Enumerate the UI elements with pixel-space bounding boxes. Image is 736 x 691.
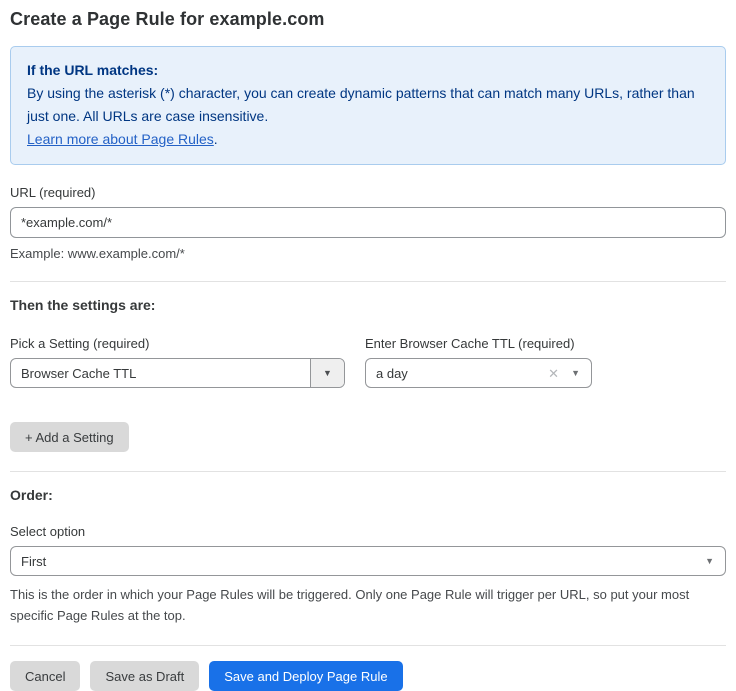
setting-picker-label: Pick a Setting (required) (10, 336, 345, 351)
ttl-picker-column: Enter Browser Cache TTL (required) a day… (365, 336, 592, 388)
chevron-down-icon: ▼ (571, 369, 580, 378)
add-setting-button[interactable]: + Add a Setting (10, 422, 129, 452)
order-select-value: First (11, 554, 705, 569)
order-select-label: Select option (10, 524, 726, 539)
learn-more-link[interactable]: Learn more about Page Rules (27, 131, 214, 147)
setting-picker-column: Pick a Setting (required) Browser Cache … (10, 336, 345, 388)
ttl-picker-label: Enter Browser Cache TTL (required) (365, 336, 592, 351)
settings-section-heading: Then the settings are: (10, 297, 726, 313)
info-box-link-line: Learn more about Page Rules. (27, 128, 709, 151)
divider (10, 645, 726, 646)
info-box-heading: If the URL matches: (27, 59, 709, 82)
setting-picker-value: Browser Cache TTL (11, 366, 310, 381)
divider (10, 281, 726, 282)
setting-picker-select[interactable]: Browser Cache TTL ▼ (10, 358, 345, 388)
divider (10, 471, 726, 472)
setting-picker-dropdown-button[interactable]: ▼ (310, 359, 344, 387)
order-section-heading: Order: (10, 487, 726, 503)
order-select[interactable]: First ▼ (10, 546, 726, 576)
url-help-text: Example: www.example.com/* (10, 245, 726, 262)
order-help-text: This is the order in which your Page Rul… (10, 584, 720, 626)
url-match-info-box: If the URL matches: By using the asteris… (10, 46, 726, 165)
ttl-picker-select[interactable]: a day ✕ ▼ (365, 358, 592, 388)
settings-row: Pick a Setting (required) Browser Cache … (10, 336, 726, 388)
save-and-deploy-button[interactable]: Save and Deploy Page Rule (209, 661, 402, 691)
create-page-rule-panel: Create a Page Rule for example.com If th… (0, 0, 736, 691)
footer-actions: Cancel Save as Draft Save and Deploy Pag… (10, 661, 726, 691)
info-box-body: By using the asterisk (*) character, you… (27, 82, 709, 128)
save-as-draft-button[interactable]: Save as Draft (90, 661, 199, 691)
clear-icon[interactable]: ✕ (548, 367, 559, 380)
link-suffix: . (214, 131, 218, 147)
chevron-down-icon: ▼ (705, 557, 714, 566)
chevron-down-icon: ▼ (323, 369, 332, 378)
url-input[interactable] (10, 207, 726, 238)
ttl-picker-value: a day (366, 366, 548, 381)
cancel-button[interactable]: Cancel (10, 661, 80, 691)
url-label: URL (required) (10, 185, 726, 200)
add-setting-row: + Add a Setting (10, 422, 726, 452)
page-title: Create a Page Rule for example.com (10, 9, 726, 30)
